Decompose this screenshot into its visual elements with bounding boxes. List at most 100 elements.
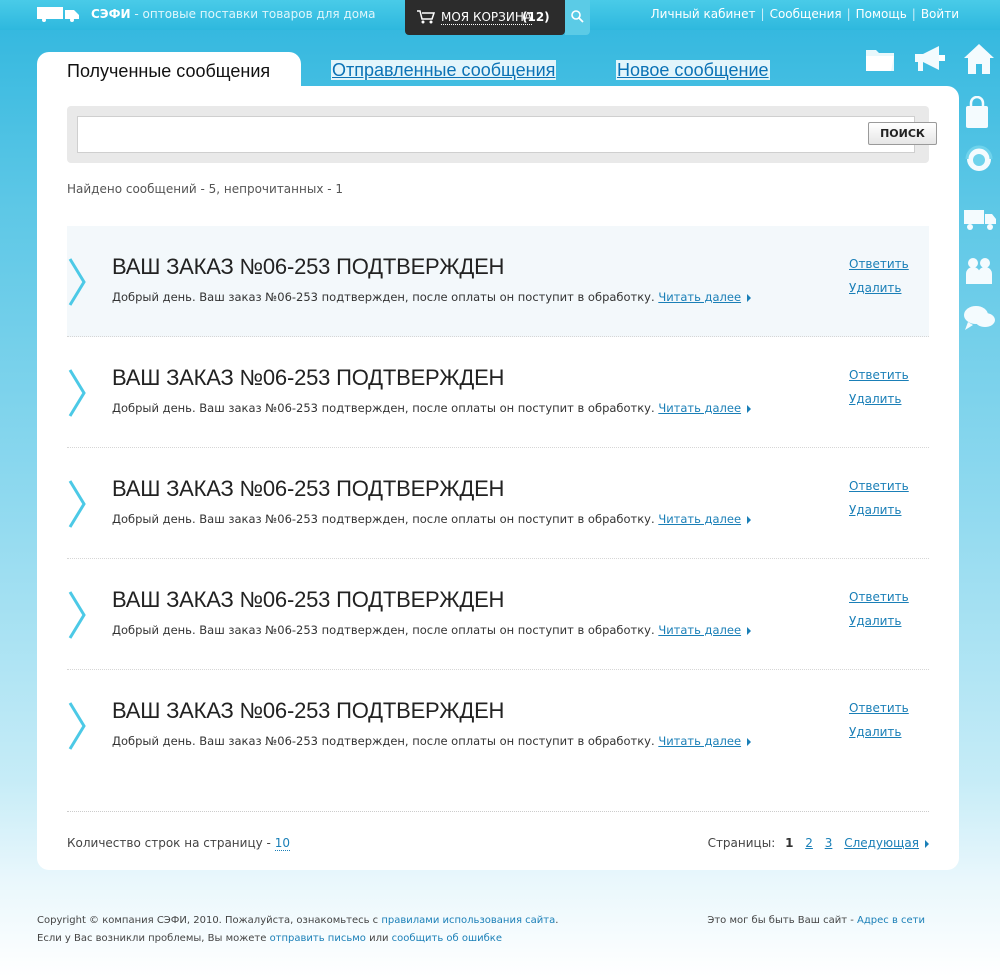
brand-tagline: - оптовые поставки товаров для дома [134,7,376,21]
message-title[interactable]: ВАШ ЗАКАЗ №06-253 ПОДТВЕРЖДЕН [112,476,504,502]
chevron-right-icon [68,369,86,417]
report-error-link[interactable]: сообщить об ошибке [392,933,502,944]
footer-copyright: Copyright © компания СЭФИ, 2010. Пожалуй… [37,912,577,948]
rows-per-page-label: Количество строк на страницу - [67,836,271,850]
found-count: Найдено сообщений - 5, непрочитанных - 1 [67,182,344,196]
reply-link[interactable]: Ответить [849,701,909,715]
message-item[interactable]: ВАШ ЗАКАЗ №06-253 ПОДТВЕРЖДЕН Добрый ден… [67,337,929,448]
chevron-right-icon [68,702,86,750]
arrow-right-icon [925,839,929,848]
support-icon[interactable] [962,142,996,178]
search-box: ПОИСК [67,106,937,163]
rows-per-page: Количество строк на страницу - 10 [67,836,290,851]
reply-link[interactable]: Ответить [849,368,909,382]
tab-received-label: Полученные сообщения [67,61,271,81]
cart-button[interactable]: МОЯ КОРЗИНА (12) [405,0,565,35]
copyright-text: Copyright © компания СЭФИ, 2010. Пожалуй… [37,915,379,926]
truck-icon [37,7,79,22]
nav-messages[interactable]: Сообщения [770,7,842,21]
delete-link[interactable]: Удалить [849,503,902,517]
people-icon[interactable] [962,254,996,288]
rules-link[interactable]: правилами использования сайта [381,915,555,926]
header-search-button[interactable] [565,0,590,35]
nav-login[interactable]: Войти [921,7,959,21]
message-list: ВАШ ЗАКАЗ №06-253 ПОДТВЕРЖДЕН Добрый ден… [67,226,929,781]
read-more-link[interactable]: Читать далее [658,512,741,526]
bag-icon[interactable] [962,96,992,130]
message-preview: Добрый день. Ваш заказ №06-253 подтвержд… [112,623,752,637]
cart-label: МОЯ КОРЗИНА [441,10,533,25]
messages-panel: ПОИСК Найдено сообщений - 5, непрочитанн… [37,86,959,870]
message-title[interactable]: ВАШ ЗАКАЗ №06-253 ПОДТВЕРЖДЕН [112,365,504,391]
arrow-right-icon [747,515,752,524]
read-more-link[interactable]: Читать далее [658,290,741,304]
delivery-truck-icon[interactable] [962,206,998,234]
divider [67,811,929,812]
message-preview: Добрый день. Ваш заказ №06-253 подтвержд… [112,290,752,304]
arrow-right-icon [747,626,752,635]
nav-separator: | [911,7,916,21]
home-icon[interactable] [962,42,996,76]
message-preview-text: Добрый день. Ваш заказ №06-253 подтвержд… [112,734,655,748]
next-page-link[interactable]: Следующая [844,836,919,850]
top-nav: Личный кабинет | Сообщения | Помощь | Войти [651,7,959,21]
cart-icon [417,10,435,24]
chevron-right-icon [68,258,86,306]
chevron-right-icon [68,591,86,639]
footer-site-link[interactable]: Адрес в сети [857,915,925,926]
brand[interactable]: СЭФИ - оптовые поставки товаров для дома [91,7,376,21]
read-more-link[interactable]: Читать далее [658,401,741,415]
message-item[interactable]: ВАШ ЗАКАЗ №06-253 ПОДТВЕРЖДЕН Добрый ден… [67,559,929,670]
tab-sent[interactable]: Отправленные сообщения [331,60,557,80]
reply-link[interactable]: Ответить [849,590,909,604]
search-icon [571,10,584,23]
tab-new-message[interactable]: Новое сообщение [616,60,770,80]
message-title[interactable]: ВАШ ЗАКАЗ №06-253 ПОДТВЕРЖДЕН [112,587,504,613]
delete-link[interactable]: Удалить [849,725,902,739]
message-item[interactable]: ВАШ ЗАКАЗ №06-253 ПОДТВЕРЖДЕН Добрый ден… [67,448,929,559]
page-link-3[interactable]: 3 [825,836,833,850]
chat-icon[interactable] [962,302,998,334]
page-current: 1 [785,836,794,850]
message-preview-text: Добрый день. Ваш заказ №06-253 подтвержд… [112,290,655,304]
arrow-right-icon [747,737,752,746]
top-bar: СЭФИ - оптовые поставки товаров для дома… [0,0,1000,35]
delete-link[interactable]: Удалить [849,392,902,406]
message-item[interactable]: ВАШ ЗАКАЗ №06-253 ПОДТВЕРЖДЕН Добрый ден… [67,670,929,781]
folder-icon[interactable] [864,44,896,74]
message-preview-text: Добрый день. Ваш заказ №06-253 подтвержд… [112,512,655,526]
pagination: Страницы: 1 2 3 Следующая [708,836,929,850]
message-preview: Добрый день. Ваш заказ №06-253 подтвержд… [112,401,752,415]
nav-separator: | [760,7,765,21]
message-preview-text: Добрый день. Ваш заказ №06-253 подтвержд… [112,623,655,637]
arrow-right-icon [747,404,752,413]
brand-name: СЭФИ [91,7,131,21]
search-input[interactable] [77,116,915,153]
or-text: или [369,933,389,944]
send-letter-link[interactable]: отправить письмо [270,933,366,944]
arrow-right-icon [747,293,752,302]
search-button[interactable]: ПОИСК [868,122,937,145]
message-title[interactable]: ВАШ ЗАКАЗ №06-253 ПОДТВЕРЖДЕН [112,698,504,724]
read-more-link[interactable]: Читать далее [658,623,741,637]
nav-cabinet[interactable]: Личный кабинет [651,7,756,21]
nav-help[interactable]: Помощь [856,7,907,21]
nav-separator: | [846,7,851,21]
footer-site-text: Это мог бы быть Ваш сайт - [707,915,854,926]
delete-link[interactable]: Удалить [849,281,902,295]
cart-count: (12) [522,10,550,24]
message-preview: Добрый день. Ваш заказ №06-253 подтвержд… [112,512,752,526]
read-more-link[interactable]: Читать далее [658,734,741,748]
message-title[interactable]: ВАШ ЗАКАЗ №06-253 ПОДТВЕРЖДЕН [112,254,504,280]
megaphone-icon[interactable] [913,44,947,74]
message-preview: Добрый день. Ваш заказ №06-253 подтвержд… [112,734,752,748]
chevron-right-icon [68,480,86,528]
page-link-2[interactable]: 2 [805,836,813,850]
footer-site: Это мог бы быть Ваш сайт - Адрес в сети [707,912,925,930]
message-item[interactable]: ВАШ ЗАКАЗ №06-253 ПОДТВЕРЖДЕН Добрый ден… [67,226,929,337]
delete-link[interactable]: Удалить [849,614,902,628]
message-preview-text: Добрый день. Ваш заказ №06-253 подтвержд… [112,401,655,415]
reply-link[interactable]: Ответить [849,479,909,493]
reply-link[interactable]: Ответить [849,257,909,271]
rows-per-page-select[interactable]: 10 [274,836,290,851]
